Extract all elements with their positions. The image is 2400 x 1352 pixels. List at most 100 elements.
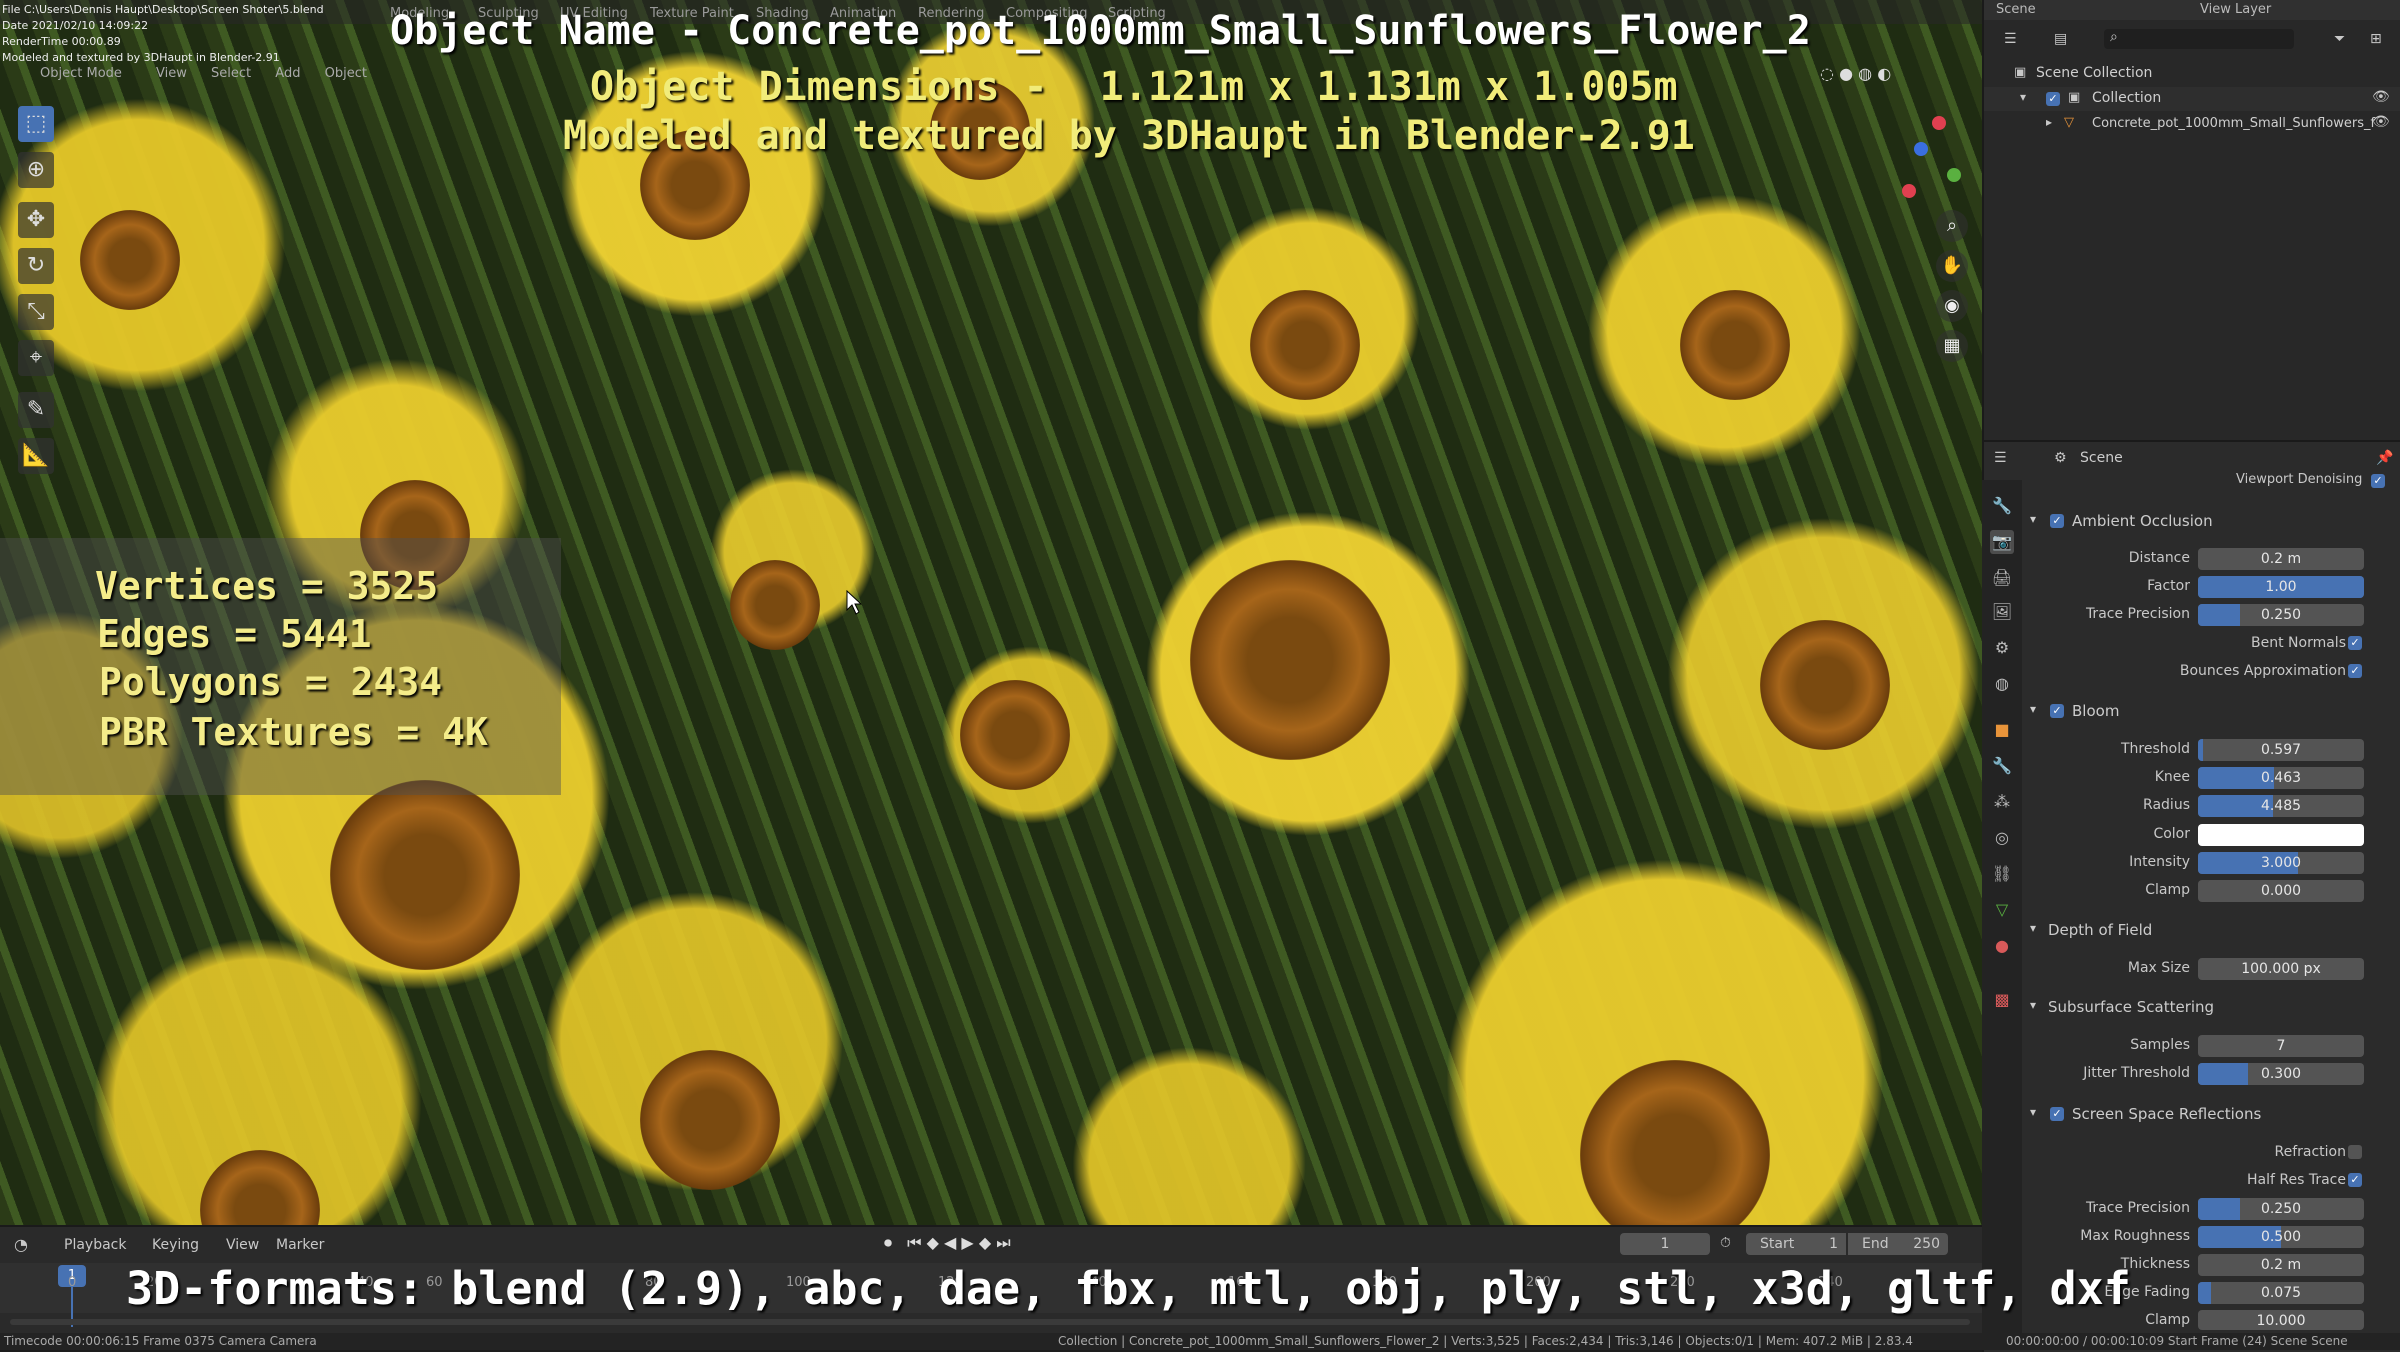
menu-object[interactable]: Object <box>325 66 367 81</box>
measure-tool[interactable]: 📐 <box>18 438 54 474</box>
scene-selector[interactable]: Scene <box>1996 2 2036 17</box>
bloom-threshold-slider[interactable]: 0.597 <box>2198 739 2364 761</box>
bloom-color-swatch[interactable] <box>2198 824 2364 846</box>
collapse-arrow-icon[interactable]: ▾ <box>2030 921 2036 935</box>
collapse-arrow-icon[interactable]: ▾ <box>2030 512 2036 526</box>
filter-icon[interactable]: ⏷ <box>2334 31 2345 47</box>
editor-type-icon[interactable]: ☰ <box>2004 31 2017 47</box>
rendered-shading-icon[interactable]: ◐ <box>1877 64 1891 83</box>
select-box-tool[interactable]: ⬚ <box>18 106 54 142</box>
z-axis-icon[interactable] <box>1914 142 1928 156</box>
bloom-clamp-field[interactable]: 0.000 <box>2198 880 2364 902</box>
scale-tool[interactable]: ⤡ <box>18 294 54 330</box>
ssr-roughness-slider[interactable]: 0.500 <box>2198 1226 2364 1248</box>
eye-icon[interactable]: 👁 <box>2372 89 2390 105</box>
sss-jitter-slider[interactable]: 0.300 <box>2198 1063 2364 1085</box>
timeline-scrollbar[interactable] <box>10 1319 1970 1325</box>
ssr-thickness-field[interactable]: 0.2 m <box>2198 1254 2364 1276</box>
bent-normals-checkbox[interactable]: ✓ <box>2348 636 2362 650</box>
solid-shading-icon[interactable]: ● <box>1839 64 1853 83</box>
dof-maxsize-field[interactable]: 100.000 px <box>2198 958 2364 980</box>
bloom-knee-slider[interactable]: 0.463 <box>2198 767 2364 789</box>
world-tab-icon[interactable]: ◍ <box>1990 672 2014 696</box>
bounces-checkbox[interactable]: ✓ <box>2348 664 2362 678</box>
outliner-row-collection[interactable]: ▾ ✓ ▣ Collection 👁 <box>1984 87 2400 111</box>
sunflower-center <box>200 1150 320 1225</box>
collapse-arrow-icon[interactable]: ▾ <box>2030 1105 2036 1119</box>
ssr-fading-slider[interactable]: 0.075 <box>2198 1282 2364 1304</box>
ortho-grid-icon[interactable]: ▦ <box>1936 330 1968 362</box>
collapse-arrow-icon[interactable]: ▾ <box>2030 998 2036 1012</box>
ao-distance-field[interactable]: 0.2 m <box>2198 548 2364 570</box>
material-shading-icon[interactable]: ◍ <box>1858 64 1872 83</box>
play-icon[interactable]: ▶ <box>961 1233 973 1252</box>
half-res-checkbox[interactable]: ✓ <box>2348 1173 2362 1187</box>
outliner-row-scene-collection[interactable]: ▣ Scene Collection <box>1984 62 2400 86</box>
slider-fill <box>2198 739 2203 761</box>
playback-menu[interactable]: Playback <box>64 1237 126 1253</box>
end-frame-field[interactable]: End 250 <box>1848 1233 1948 1255</box>
clock-editor-icon[interactable]: ◔ <box>14 1235 28 1254</box>
marker-menu[interactable]: Marker <box>276 1237 324 1253</box>
object-tab-icon[interactable]: ■ <box>1990 718 2014 742</box>
menu-view[interactable]: View <box>156 66 187 81</box>
pan-hand-icon[interactable]: ✋ <box>1936 250 1968 282</box>
outliner-search-input[interactable]: ⌕ <box>2104 29 2294 49</box>
menu-add[interactable]: Add <box>275 66 300 81</box>
data-tab-icon[interactable]: ▽ <box>1990 898 2014 922</box>
x-axis-icon[interactable] <box>1932 116 1946 130</box>
camera-view-icon[interactable]: ◉ <box>1936 290 1968 322</box>
3d-viewport[interactable]: Modeling Sculpting UV Editing Texture Pa… <box>0 0 1982 1225</box>
collection-checkbox[interactable]: ✓ <box>2046 92 2060 106</box>
ao-enable-checkbox[interactable]: ✓ <box>2050 514 2064 528</box>
move-tool[interactable]: ✥ <box>18 202 54 238</box>
scene-tab-icon[interactable]: ⚙ <box>1990 636 2014 660</box>
zoom-icon[interactable]: ⌕ <box>1936 210 1968 242</box>
current-frame-field[interactable]: 1 <box>1620 1233 1710 1255</box>
wireframe-shading-icon[interactable]: ◌ <box>1820 64 1834 83</box>
navigation-gizmo[interactable] <box>1862 108 1962 208</box>
view-layer-selector[interactable]: View Layer <box>2200 2 2271 17</box>
ssr-trace-slider[interactable]: 0.250 <box>2198 1198 2364 1220</box>
play-reverse-icon[interactable]: ◀ <box>944 1233 956 1252</box>
annotate-tool[interactable]: ✎ <box>18 392 54 428</box>
start-frame-field[interactable]: Start 1 <box>1746 1233 1846 1255</box>
material-tab-icon[interactable]: ● <box>1990 934 2014 958</box>
bloom-enable-checkbox[interactable]: ✓ <box>2050 704 2064 718</box>
ao-trace-slider[interactable]: 0.250 <box>2198 604 2364 626</box>
neg-x-axis-icon[interactable] <box>1902 184 1916 198</box>
bloom-radius-slider[interactable]: 4.485 <box>2198 795 2364 817</box>
keying-menu[interactable]: Keying <box>152 1237 199 1253</box>
ssr-clamp-field[interactable]: 10.000 <box>2198 1310 2364 1330</box>
record-icon[interactable]: ⏺ <box>884 1233 892 1252</box>
object-mode-dropdown[interactable]: Object Mode <box>40 66 122 81</box>
expand-arrow-icon[interactable]: ▸ <box>2046 115 2052 129</box>
ssr-enable-checkbox[interactable]: ✓ <box>2050 1107 2064 1121</box>
eye-icon[interactable]: 👁 <box>2372 114 2390 130</box>
transform-tool[interactable]: ⌖ <box>18 340 54 376</box>
new-collection-icon[interactable]: ⊞ <box>2370 31 2382 47</box>
refraction-checkbox[interactable] <box>2348 1145 2362 1159</box>
viewport-denoising-checkbox[interactable]: ✓ <box>2371 474 2385 488</box>
ao-factor-slider[interactable]: 1.00 <box>2198 576 2364 598</box>
preview-range-icon[interactable]: ⏱ <box>1720 1235 1731 1251</box>
bloom-intensity-slider[interactable]: 3.000 <box>2198 852 2364 874</box>
tool-tab-icon[interactable]: 🔧 <box>1990 494 2014 518</box>
view-menu[interactable]: View <box>226 1237 259 1253</box>
sss-samples-field[interactable]: 7 <box>2198 1035 2364 1057</box>
jump-start-icon[interactable]: ⏮ <box>907 1233 921 1252</box>
display-mode-icon[interactable]: ▤ <box>2054 31 2067 47</box>
next-keyframe-icon[interactable]: ◆ <box>979 1233 991 1252</box>
texture-tab-icon[interactable]: ▩ <box>1990 988 2014 1012</box>
jump-end-icon[interactable]: ⏭ <box>996 1233 1010 1252</box>
menu-select[interactable]: Select <box>211 66 251 81</box>
collapse-arrow-icon[interactable]: ▾ <box>2030 702 2036 716</box>
rotate-tool[interactable]: ↻ <box>18 248 54 284</box>
expand-arrow-icon[interactable]: ▾ <box>2020 90 2026 104</box>
prev-keyframe-icon[interactable]: ◆ <box>927 1233 939 1252</box>
y-axis-icon[interactable] <box>1947 168 1961 182</box>
pin-icon[interactable]: 📌 <box>2376 450 2393 466</box>
outliner-row-object[interactable]: ▸ ▽ Concrete_pot_1000mm_Small_Sunflowers… <box>1984 112 2400 136</box>
properties-editor-icon[interactable]: ☰ <box>1994 450 2007 466</box>
cursor-tool[interactable]: ⊕ <box>18 152 54 188</box>
